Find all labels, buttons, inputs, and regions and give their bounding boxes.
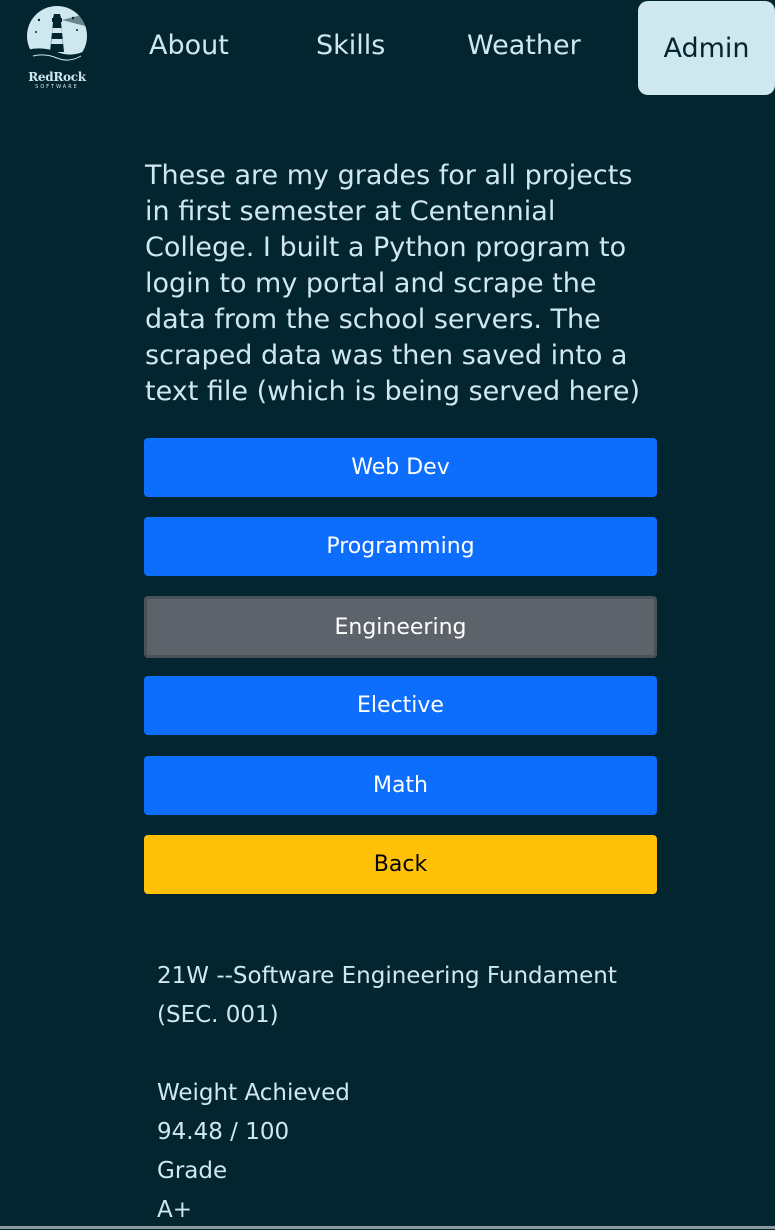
brand-name: RedRock — [28, 70, 86, 84]
elective-button[interactable]: Elective — [144, 676, 657, 735]
lighthouse-icon — [27, 6, 87, 66]
nav-skills[interactable]: Skills — [316, 30, 385, 61]
nav-admin[interactable]: Admin — [638, 1, 775, 95]
back-button[interactable]: Back — [144, 835, 657, 894]
engineering-button[interactable]: Engineering — [144, 596, 657, 658]
brand-subtitle: SOFTWARE — [35, 84, 79, 90]
course-result: 21W --Software Engineering Fundament (SE… — [157, 957, 657, 1230]
navbar: RedRock SOFTWARE About Skills Weather Ad… — [0, 0, 775, 100]
grade-value: A+ — [157, 1197, 193, 1223]
grade-label: Grade — [157, 1158, 228, 1184]
course-title: 21W --Software Engineering Fundament — [157, 963, 617, 989]
redrock-logo[interactable]: RedRock SOFTWARE — [24, 6, 90, 94]
nav-about[interactable]: About — [149, 30, 229, 61]
programming-button[interactable]: Programming — [144, 517, 657, 576]
math-button[interactable]: Math — [144, 756, 657, 815]
nav-weather[interactable]: Weather — [467, 30, 581, 61]
course-section: (SEC. 001) — [157, 1002, 279, 1028]
intro-text: These are my grades for all projects in … — [145, 160, 641, 407]
weight-label: Weight Achieved — [157, 1080, 350, 1106]
web-dev-button[interactable]: Web Dev — [144, 438, 657, 497]
weight-value: 94.48 / 100 — [157, 1119, 290, 1145]
